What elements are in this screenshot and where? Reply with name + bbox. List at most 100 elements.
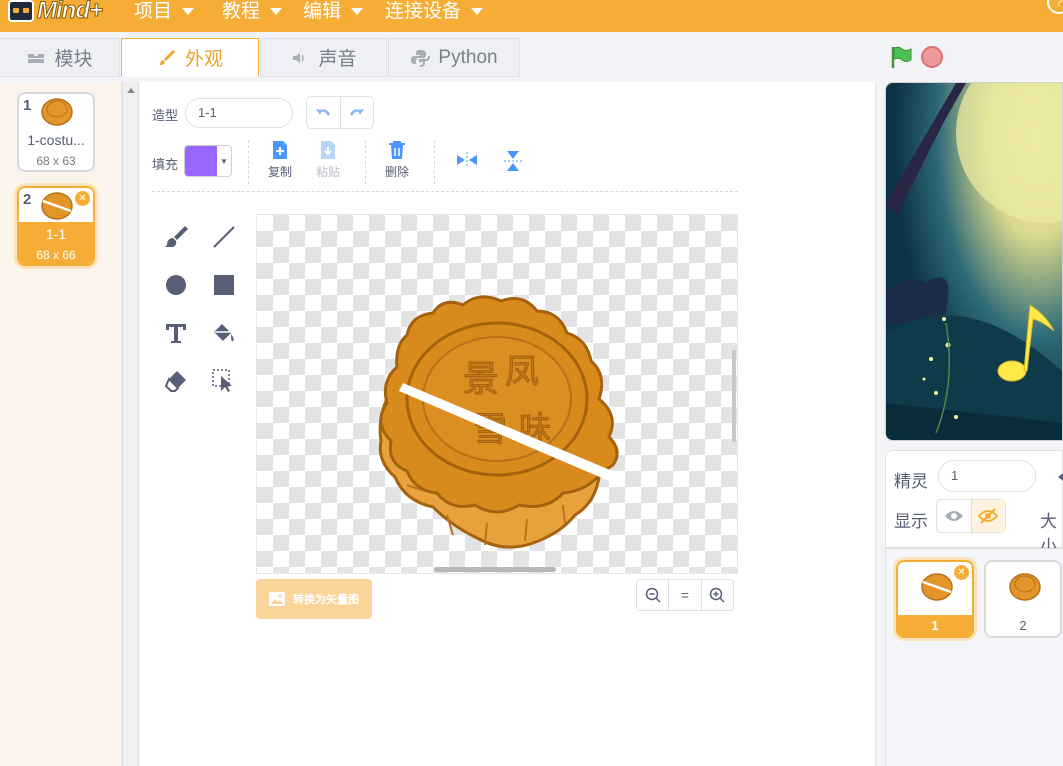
delete-button[interactable]: 删除 (385, 140, 409, 180)
show-button[interactable] (937, 500, 971, 532)
flip-horizontal-button[interactable] (456, 152, 478, 168)
flip-vertical-button[interactable] (504, 150, 522, 172)
copy-button[interactable]: 复制 (268, 140, 292, 180)
stop-icon[interactable] (921, 46, 943, 68)
paint-editor: 造型 1-1 填充 ▼ 复制 粘贴 删除 景 凤 味 转换为矢量图 = (140, 82, 876, 766)
robot-logo-icon (8, 0, 34, 22)
brush-tool[interactable] (162, 223, 190, 251)
menu-tutorial-label: 教程 (222, 0, 261, 22)
divider (248, 140, 249, 184)
help-icon[interactable]: ? (1047, 0, 1063, 14)
stage[interactable] (885, 82, 1063, 441)
tab-sounds[interactable]: 声音 (260, 38, 387, 77)
fill-label: 填充 (152, 157, 179, 172)
caret-down-icon: ▼ (220, 156, 228, 166)
rectangle-icon (214, 275, 234, 295)
circle-icon (166, 275, 186, 295)
divider (365, 140, 366, 184)
sprite-item-1[interactable]: ✕ 1 (896, 560, 974, 638)
costume-number: 1 (23, 97, 32, 114)
tab-costumes[interactable]: 外观 (121, 38, 259, 77)
undo-button[interactable] (307, 97, 340, 128)
text-icon (166, 324, 186, 343)
tab-python[interactable]: Python (388, 38, 520, 77)
costume-size: 68 x 66 (36, 248, 76, 262)
flip-vertical-icon (504, 151, 522, 171)
line-icon (213, 226, 235, 248)
undo-redo-group (306, 96, 374, 129)
show-label: 显示 (894, 512, 928, 531)
logo-text: Mind+ (37, 0, 104, 25)
costume-number: 2 (23, 191, 32, 208)
mindplus-logo[interactable]: Mind+ (8, 0, 104, 26)
rectangle-tool[interactable] (210, 271, 238, 299)
menu-connect-device[interactable]: 连接设备 (385, 0, 484, 23)
copy-label: 复制 (268, 165, 293, 179)
trash-icon (389, 141, 405, 159)
sprite-item-2[interactable]: 2 (984, 560, 1062, 638)
menu-tutorial[interactable]: 教程 (222, 0, 283, 23)
zoom-out-button[interactable] (637, 580, 668, 610)
mooncake-costume: 景 凤 雪 味 (378, 295, 619, 549)
sprite-name-input[interactable]: 1 (938, 460, 1036, 492)
arrow-left-icon (1058, 473, 1063, 481)
paste-button[interactable]: 粘贴 (316, 140, 340, 180)
sprite-label: 1 (898, 615, 972, 636)
zoom-controls: = (636, 579, 734, 611)
tabs-row: 模块 外观 声音 Python (0, 32, 1063, 82)
caret-down-icon (351, 7, 364, 15)
select-icon (212, 369, 232, 392)
sprite-info-panel: 精灵 1 显示 大小 (885, 450, 1063, 556)
costume-item-1[interactable]: 1 1-costu... 68 x 63 (17, 92, 95, 172)
canvas-horizontal-scrollbar[interactable] (434, 567, 556, 572)
menu-project-label: 项目 (134, 0, 173, 22)
sprite-name-label: 精灵 (894, 472, 928, 491)
delete-sprite-icon[interactable]: ✕ (954, 565, 969, 580)
tab-blocks[interactable]: 模块 (0, 38, 120, 77)
scroll-up-icon[interactable] (127, 88, 135, 93)
costume-item-2[interactable]: 2 ✕ 1-1 68 x 66 (17, 186, 95, 266)
svg-text:景: 景 (463, 359, 499, 400)
fill-tool[interactable] (210, 319, 238, 347)
caret-down-icon (270, 7, 283, 15)
visibility-toggle (936, 499, 1006, 533)
mooncake-thumbnail (1009, 573, 1041, 601)
image-icon (269, 592, 285, 606)
redo-button[interactable] (339, 97, 374, 128)
eraser-icon (164, 371, 186, 392)
zoom-reset-button[interactable]: = (668, 580, 700, 610)
python-icon (411, 49, 431, 67)
eraser-tool[interactable] (162, 367, 190, 395)
select-tool[interactable] (210, 367, 238, 395)
delete-label: 删除 (385, 165, 410, 179)
menu-edit[interactable]: 编辑 (303, 0, 364, 23)
line-tool[interactable] (210, 223, 238, 251)
convert-to-vector-button[interactable]: 转换为矢量图 (256, 579, 372, 619)
paste-label: 粘贴 (316, 165, 341, 179)
caret-down-icon (471, 7, 484, 15)
mooncake-thumbnail (41, 192, 73, 220)
speaker-icon (293, 52, 305, 63)
costume-name-input[interactable]: 1-1 (185, 98, 293, 128)
blocks-icon (28, 53, 45, 63)
stage-backdrop (886, 83, 1062, 440)
caret-down-icon (182, 7, 195, 15)
circle-tool[interactable] (162, 271, 190, 299)
menu-project[interactable]: 项目 (134, 0, 195, 23)
canvas-vertical-scrollbar[interactable] (732, 350, 736, 442)
costume-name: 1-costu... (27, 132, 85, 148)
zoom-out-icon (645, 587, 661, 603)
zoom-in-icon (710, 587, 725, 603)
svg-text:凤: 凤 (505, 352, 539, 392)
costume-list: 1 1-costu... 68 x 63 2 ✕ 1-1 68 x 66 (0, 82, 122, 766)
delete-costume-icon[interactable]: ✕ (75, 191, 90, 206)
green-flag-icon[interactable] (889, 45, 913, 69)
paint-canvas[interactable]: 景 凤 雪 味 (256, 214, 738, 574)
costume-list-scrollbar[interactable] (122, 82, 139, 766)
text-tool[interactable] (162, 319, 190, 347)
fill-color-picker[interactable]: ▼ (184, 145, 232, 177)
zoom-in-button[interactable] (700, 580, 733, 610)
hide-button[interactable] (970, 500, 1005, 532)
divider (434, 140, 435, 184)
costume-name-label: 造型 (152, 108, 179, 123)
